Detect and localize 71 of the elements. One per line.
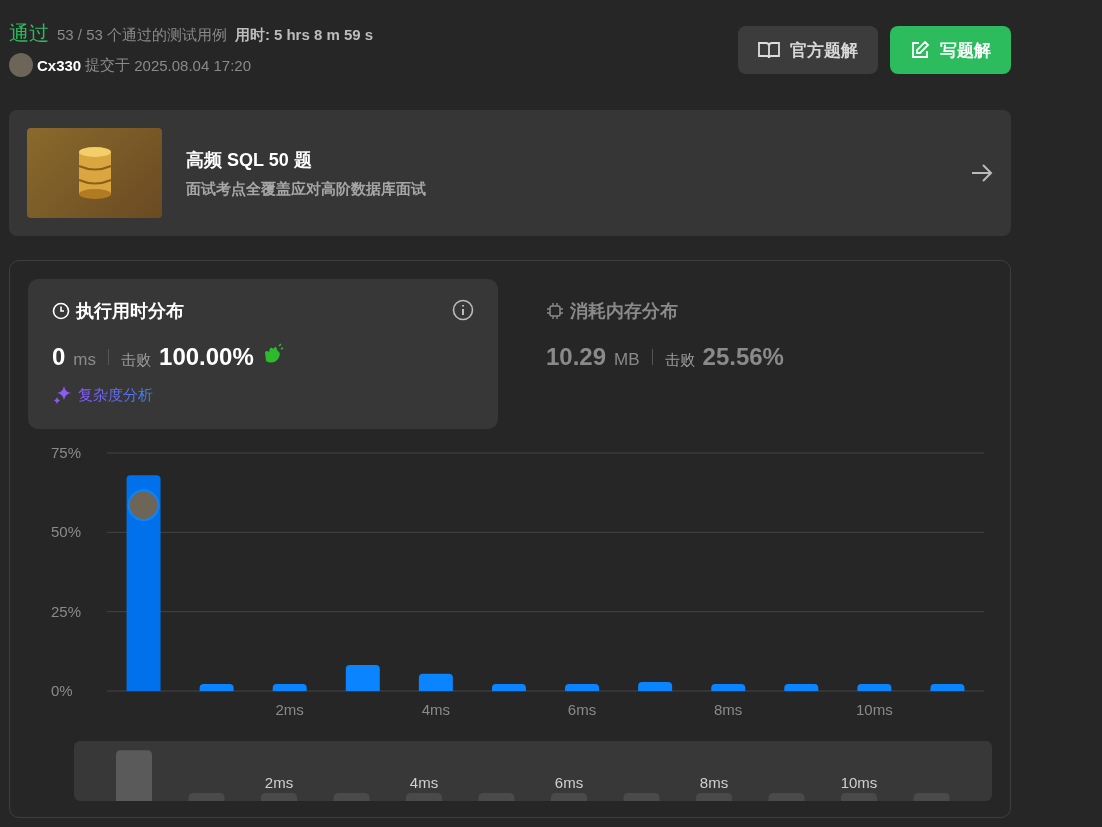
sparkle-icon	[52, 385, 72, 405]
overview-bar	[696, 793, 732, 801]
cases-label: 个通过的测试用例	[106, 26, 227, 45]
histogram-bar[interactable]	[857, 684, 892, 691]
histogram-bar[interactable]	[711, 684, 746, 691]
overview-axis-label: 8ms	[699, 774, 729, 791]
stat-unit: ms	[73, 350, 97, 370]
study-plan-title: 高频 SQL 50 题	[186, 148, 313, 172]
study-plan-card[interactable]: 高频 SQL 50 题 面试考点全覆盖应对高阶数据库面试	[9, 110, 1011, 236]
overview-bar	[116, 750, 152, 801]
submitted-time: 2025.08.04 17:20	[134, 56, 251, 74]
memory-tab[interactable]: 消耗内存分布 10.29 MB 击败 25.56%	[522, 279, 992, 429]
overview-bar	[261, 793, 297, 801]
overview-brush[interactable]: 2ms 4ms 6ms 8ms 10ms	[74, 741, 992, 801]
info-icon[interactable]	[452, 299, 474, 321]
y-axis-label: 25%	[51, 602, 82, 620]
overview-axis-label: 10ms	[840, 774, 878, 791]
histogram-bar[interactable]	[272, 684, 307, 691]
stat-unit: MB	[614, 350, 640, 370]
time-label: 用时:	[234, 26, 270, 45]
user-avatar-marker	[127, 489, 160, 522]
tab-title: 执行用时分布	[76, 300, 184, 323]
histogram-bar[interactable]	[565, 684, 600, 691]
official-solution-button[interactable]: 官方题解	[738, 26, 878, 74]
x-axis-label: 6ms	[567, 701, 597, 718]
cases-count: 53 / 53	[57, 26, 103, 43]
histogram-bar[interactable]	[784, 684, 819, 691]
beats-label: 击败	[664, 351, 695, 370]
beats-value: 100.00%	[159, 343, 254, 371]
overview-bar	[841, 793, 877, 801]
status-text: 通过	[9, 21, 49, 46]
arrow-right-icon	[971, 164, 993, 182]
study-plan-subtitle: 面试考点全覆盖应对高阶数据库面试	[186, 179, 427, 199]
runtime-tab[interactable]: 执行用时分布 0 ms 击败 100.00% 复杂度分析	[28, 279, 498, 429]
y-axis-label: 50%	[51, 523, 82, 541]
clock-icon	[52, 302, 70, 320]
histogram-bar[interactable]	[638, 682, 673, 691]
y-axis-label: 0%	[51, 682, 73, 699]
user-name[interactable]: Cx330	[37, 56, 82, 74]
x-axis-label: 10ms	[856, 701, 893, 718]
overview-axis-label: 2ms	[264, 774, 294, 791]
overview-bar	[768, 793, 805, 801]
overview-axis-label: 4ms	[409, 774, 439, 791]
y-axis-label: 75%	[51, 444, 82, 461]
histogram-bar[interactable]	[199, 684, 234, 691]
histogram-bar[interactable]	[418, 673, 453, 691]
histogram-bar[interactable]	[491, 684, 526, 691]
overview-bar	[913, 793, 950, 801]
beats-value: 25.56%	[702, 343, 784, 371]
x-axis-label: 8ms	[714, 701, 743, 718]
submitted-label: 提交于	[85, 55, 131, 75]
tab-title: 消耗内存分布	[570, 300, 678, 323]
time-value: 5 hrs 8 m 59 s	[273, 26, 374, 43]
beats-label: 击败	[121, 351, 152, 370]
histogram-bar[interactable]	[345, 665, 380, 691]
overview-bar	[623, 793, 660, 801]
overview-bar	[478, 793, 515, 801]
x-axis-label: 2ms	[275, 701, 304, 718]
overview-bar	[188, 793, 225, 801]
overview-axis-label: 6ms	[554, 774, 584, 791]
stat-value: 0	[52, 343, 66, 371]
overview-bar	[333, 793, 370, 801]
overview-bar	[551, 793, 587, 801]
avatar[interactable]	[9, 53, 33, 77]
chip-icon	[546, 302, 564, 320]
stat-value: 10.29	[546, 343, 607, 371]
book-icon	[758, 41, 780, 59]
histogram-bar[interactable]	[930, 684, 965, 691]
overview-bar	[406, 793, 442, 801]
x-axis-label: 4ms	[421, 701, 451, 718]
edit-icon	[910, 40, 930, 60]
